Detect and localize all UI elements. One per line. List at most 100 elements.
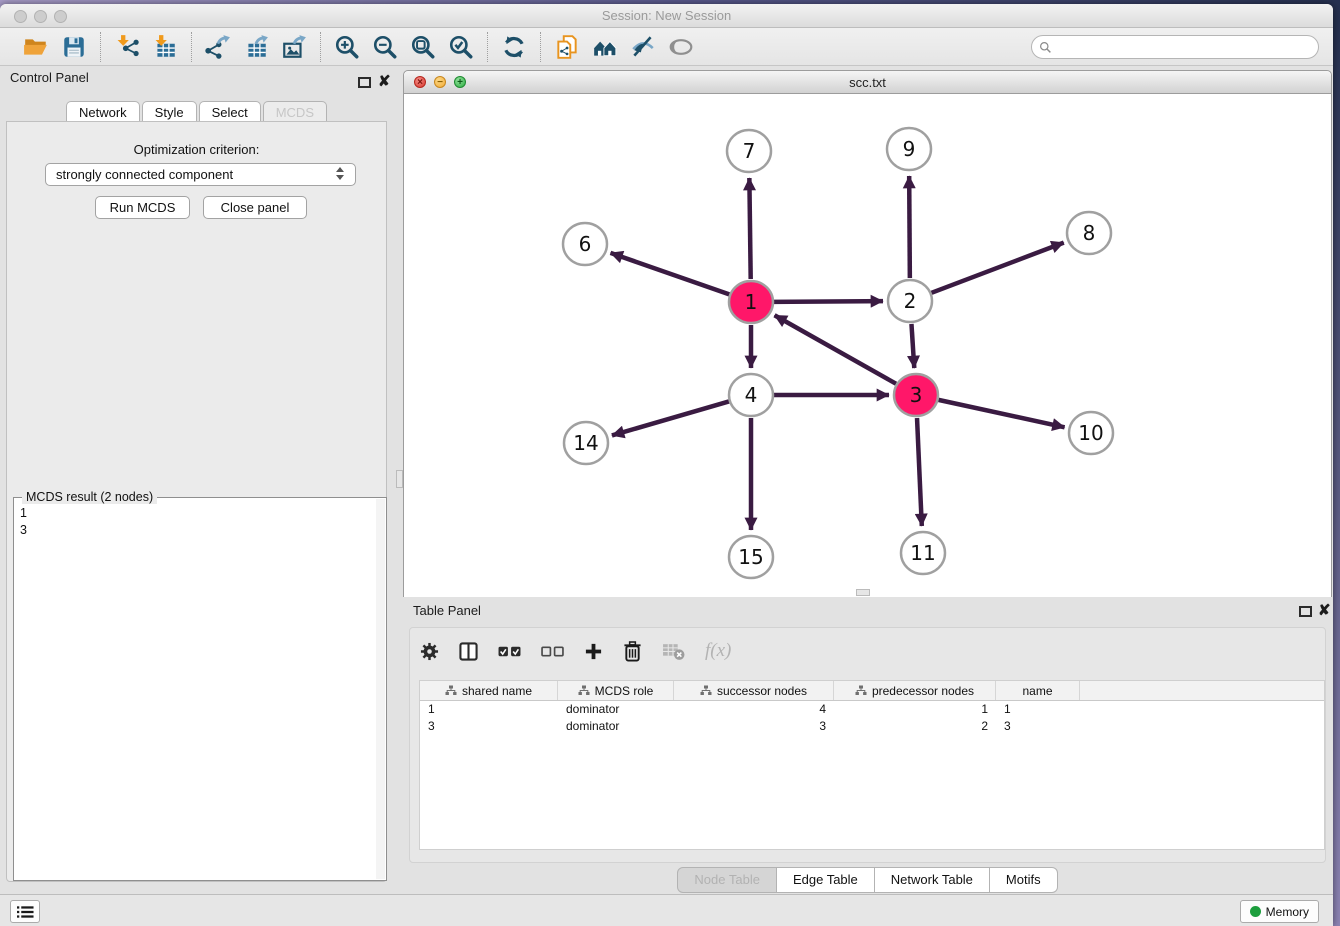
zoom-fit-icon xyxy=(410,34,436,60)
graph-node-15[interactable]: 15 xyxy=(729,536,773,578)
tab-motifs[interactable]: Motifs xyxy=(990,867,1058,893)
save-button[interactable] xyxy=(60,33,88,61)
open-folder-button[interactable] xyxy=(22,33,50,61)
svg-text:14: 14 xyxy=(573,431,598,455)
refresh-icon xyxy=(501,34,527,60)
zoom-in-button[interactable] xyxy=(333,33,361,61)
sitemap-icon xyxy=(700,685,712,696)
edge-2-to-9[interactable] xyxy=(909,176,910,278)
edge-3-to-10[interactable] xyxy=(938,400,1064,427)
run-mcds-button[interactable]: Run MCDS xyxy=(95,196,190,219)
refresh-button[interactable] xyxy=(500,33,528,61)
edge-2-to-8[interactable] xyxy=(932,243,1064,293)
column-header-MCDS-role[interactable]: MCDS role xyxy=(558,681,674,700)
graph-node-3[interactable]: 3 xyxy=(894,374,938,416)
memory-label: Memory xyxy=(1266,905,1309,919)
mcds-result-scrollbar[interactable] xyxy=(376,499,385,879)
control-panel-float-button[interactable] xyxy=(358,77,371,88)
graph-node-8[interactable]: 8 xyxy=(1067,212,1111,254)
status-bar: Memory xyxy=(0,894,1333,926)
export-network-button[interactable] xyxy=(204,33,232,61)
task-history-button[interactable] xyxy=(10,900,40,923)
network-window-titlebar[interactable]: × − + scc.txt xyxy=(404,71,1331,94)
column-header-shared-name[interactable]: shared name xyxy=(420,681,558,700)
control-panel-title: Control Panel xyxy=(10,70,89,85)
graph-node-10[interactable]: 10 xyxy=(1069,412,1113,454)
graph-node-11[interactable]: 11 xyxy=(901,532,945,574)
mcds-result-text[interactable]: 1 3 xyxy=(14,501,374,876)
memory-button[interactable]: Memory xyxy=(1240,900,1319,923)
show-eye-button[interactable] xyxy=(667,33,695,61)
svg-text:11: 11 xyxy=(910,541,935,565)
control-panel-close-button[interactable]: ✘ xyxy=(378,76,391,87)
edge-2-to-3[interactable] xyxy=(911,324,914,368)
deselect-all-checkboxes-icon[interactable] xyxy=(541,645,564,658)
table-panel-close-button[interactable]: ✘ xyxy=(1318,605,1331,616)
close-panel-button[interactable]: Close panel xyxy=(203,196,307,219)
column-header-successor-nodes[interactable]: successor nodes xyxy=(674,681,834,700)
table-cell[interactable]: dominator xyxy=(558,701,674,718)
zoom-fit-button[interactable] xyxy=(409,33,437,61)
graph-node-9[interactable]: 9 xyxy=(887,128,931,170)
graph-node-1[interactable]: 1 xyxy=(729,281,773,323)
table-panel-body: f(x) shared nameMCDS rolesuccessor nodes… xyxy=(409,627,1326,863)
svg-text:4: 4 xyxy=(745,383,758,407)
hide-ui-eye-button[interactable] xyxy=(629,33,657,61)
main-titlebar: Session: New Session xyxy=(0,4,1333,28)
export-image-button[interactable] xyxy=(280,33,308,61)
table-cell[interactable]: dominator xyxy=(558,718,674,735)
select-all-checkboxes-icon[interactable] xyxy=(498,645,521,658)
edge-3-to-1[interactable] xyxy=(775,315,896,383)
table-cell[interactable]: 3 xyxy=(674,718,834,735)
import-network-button[interactable] xyxy=(113,33,141,61)
graph-node-7[interactable]: 7 xyxy=(727,130,771,172)
import-table-button[interactable] xyxy=(151,33,179,61)
table-settings-gear-icon[interactable] xyxy=(420,642,439,661)
table-cell[interactable]: 4 xyxy=(674,701,834,718)
table-row[interactable]: 3dominator323 xyxy=(420,718,1324,735)
home-icon xyxy=(592,34,618,60)
table-cell[interactable]: 3 xyxy=(996,718,1080,735)
tab-edge-table[interactable]: Edge Table xyxy=(777,867,875,893)
edge-1-to-2[interactable] xyxy=(774,301,883,302)
zoom-out-icon xyxy=(372,34,398,60)
table-cell[interactable]: 3 xyxy=(420,718,558,735)
tab-network-table[interactable]: Network Table xyxy=(875,867,990,893)
edge-1-to-7[interactable] xyxy=(749,178,750,279)
home-button[interactable] xyxy=(591,33,619,61)
table-cell[interactable]: 1 xyxy=(996,701,1080,718)
table-cell[interactable]: 1 xyxy=(420,701,558,718)
table-panel-title: Table Panel xyxy=(413,603,481,618)
network-graph-canvas[interactable]: 7 9 6 8 1 2 4 3 14 10 15 11 xyxy=(404,94,1331,597)
column-header-predecessor-nodes[interactable]: predecessor nodes xyxy=(834,681,996,700)
left-splitter-grip[interactable] xyxy=(396,470,403,488)
import-network-icon xyxy=(114,34,140,60)
optimization-criterion-label: Optimization criterion: xyxy=(7,142,386,157)
search-input[interactable] xyxy=(1052,40,1318,54)
graph-node-4[interactable]: 4 xyxy=(729,374,773,416)
zoom-out-button[interactable] xyxy=(371,33,399,61)
table-row[interactable]: 1dominator411 xyxy=(420,701,1324,718)
search-icon xyxy=(1039,41,1052,54)
add-column-icon[interactable] xyxy=(584,642,603,661)
tab-node-table[interactable]: Node Table xyxy=(677,867,777,893)
edge-1-to-6[interactable] xyxy=(610,253,729,295)
column-view-icon[interactable] xyxy=(459,642,478,661)
duplicate-network-button[interactable] xyxy=(553,33,581,61)
edge-3-to-11[interactable] xyxy=(917,418,922,526)
table-cell[interactable]: 2 xyxy=(834,718,996,735)
graph-node-6[interactable]: 6 xyxy=(563,223,607,265)
graph-node-14[interactable]: 14 xyxy=(564,422,608,464)
edge-4-to-14[interactable] xyxy=(612,401,729,435)
search-box[interactable] xyxy=(1031,35,1319,59)
table-panel-float-button[interactable] xyxy=(1299,606,1312,617)
network-window-title: scc.txt xyxy=(404,75,1331,90)
delete-trash-icon[interactable] xyxy=(623,641,642,662)
bottom-splitter-grip[interactable] xyxy=(856,589,870,596)
column-header-name[interactable]: name xyxy=(996,681,1080,700)
table-cell[interactable]: 1 xyxy=(834,701,996,718)
graph-node-2[interactable]: 2 xyxy=(888,280,932,322)
criterion-dropdown[interactable]: strongly connected component xyxy=(45,163,356,186)
export-table-button[interactable] xyxy=(242,33,270,61)
zoom-selected-button[interactable] xyxy=(447,33,475,61)
